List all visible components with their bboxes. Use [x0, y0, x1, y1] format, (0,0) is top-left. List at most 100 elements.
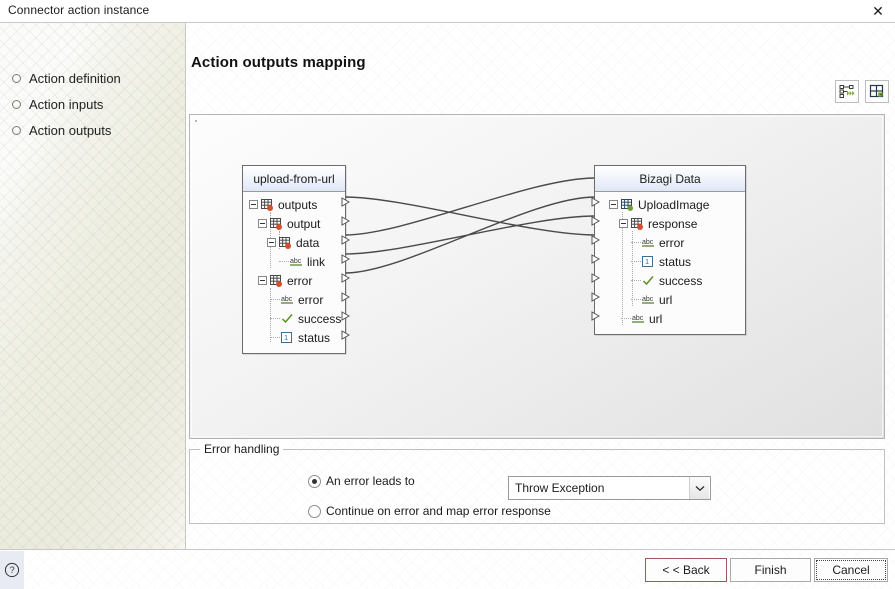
main-content: Action outputs mapping upload-from-url o… — [187, 23, 895, 550]
tree-node-label: link — [307, 254, 326, 269]
finish-button[interactable]: Finish — [730, 558, 811, 582]
sidebar-item-action-outputs[interactable]: Action outputs — [0, 117, 186, 143]
error-action-dropdown[interactable]: Throw Exception — [508, 476, 711, 500]
tree-node-target-url-nested[interactable]: abc url — [595, 290, 745, 309]
tree-tick — [270, 337, 280, 338]
window-title-bar: Connector action instance ✕ — [0, 0, 895, 22]
tree-node-uploadimage[interactable]: UploadImage — [595, 195, 745, 214]
tree-tick — [270, 318, 280, 319]
target-panel-title: Bizagi Data — [595, 166, 745, 192]
chevron-down-icon[interactable] — [689, 477, 709, 499]
help-button[interactable]: ? — [0, 551, 24, 589]
tree-node-status[interactable]: 1 status — [243, 328, 345, 347]
collection-icon — [270, 217, 282, 230]
check-icon — [281, 314, 293, 324]
tree-node-target-error[interactable]: abc error — [595, 233, 745, 252]
tree-node-target-status[interactable]: 1 status — [595, 252, 745, 271]
source-port-data[interactable] — [341, 235, 350, 245]
abc-icon: abc — [642, 296, 654, 304]
mapping-canvas[interactable]: upload-from-url outputs output data abc … — [189, 114, 885, 439]
tree-node-label: data — [296, 235, 320, 250]
tree-node-label: UploadImage — [638, 197, 710, 212]
page-title: Action outputs mapping — [191, 54, 366, 71]
tree-tick — [631, 242, 641, 243]
collection-icon — [279, 236, 291, 249]
source-port-status[interactable] — [341, 330, 350, 340]
collapse-expander-icon[interactable] — [258, 276, 267, 285]
target-port-status[interactable] — [591, 254, 600, 264]
radio-icon-unselected[interactable] — [308, 504, 321, 518]
radio-icon-selected[interactable] — [308, 474, 321, 488]
radio-an-error-leads-to[interactable]: An error leads to — [308, 474, 415, 488]
tree-node-data[interactable]: data — [243, 233, 345, 252]
mapping-link-success-to-success[interactable] — [344, 215, 596, 255]
tree-node-success[interactable]: success — [243, 309, 345, 328]
tree-node-outputs[interactable]: outputs — [243, 195, 345, 214]
tree-node-target-success[interactable]: success — [595, 271, 745, 290]
arrange-layout-button[interactable] — [865, 80, 889, 103]
target-port-success[interactable] — [591, 273, 600, 283]
dialog-footer: ? < < Back Finish Cancel — [0, 549, 895, 589]
dropdown-value: Throw Exception — [515, 481, 605, 495]
collapse-expander-icon[interactable] — [609, 200, 618, 209]
collapse-expander-icon[interactable] — [258, 219, 267, 228]
tree-node-output[interactable]: output — [243, 214, 345, 233]
source-port-outputs[interactable] — [341, 197, 350, 207]
collection-icon — [261, 198, 273, 211]
auto-map-button[interactable] — [835, 80, 859, 103]
tree-node-label: error — [287, 273, 313, 288]
number-icon: 1 — [642, 256, 653, 267]
entity-icon — [621, 198, 633, 211]
sidebar-item-label: Action definition — [29, 70, 121, 86]
sidebar-item-action-inputs[interactable]: Action inputs — [0, 91, 186, 117]
back-button[interactable]: < < Back — [645, 558, 727, 582]
collapse-expander-icon[interactable] — [249, 200, 258, 209]
tree-node-link[interactable]: abc link — [243, 252, 345, 271]
tree-tick — [279, 261, 289, 262]
abc-icon: abc — [642, 239, 654, 247]
mapping-link-error-to-error[interactable] — [344, 177, 596, 236]
close-icon[interactable]: ✕ — [865, 0, 891, 22]
wizard-step-list: Action definition Action inputs Action o… — [0, 65, 186, 143]
target-port-url[interactable] — [591, 311, 600, 321]
source-tree-body: outputs output data abc link error abc e… — [243, 192, 345, 353]
tree-node-label: response — [648, 216, 698, 231]
target-port-url-nested[interactable] — [591, 292, 600, 302]
collection-icon — [631, 217, 643, 230]
svg-text:abc: abc — [642, 239, 654, 246]
source-port-success[interactable] — [341, 311, 350, 321]
error-handling-title: Error handling — [200, 442, 284, 456]
step-bullet-icon — [12, 99, 21, 109]
help-icon: ? — [4, 562, 20, 578]
target-port-uploadimage[interactable] — [591, 197, 600, 207]
tree-node-label: status — [659, 254, 692, 269]
target-port-error[interactable] — [591, 235, 600, 245]
tree-node-target-url[interactable]: abc url — [595, 309, 745, 328]
tree-node-response[interactable]: response — [595, 214, 745, 233]
abc-icon: abc — [290, 258, 302, 266]
target-tree-panel: Bizagi Data UploadImage response abc err… — [591, 165, 746, 335]
svg-text:1: 1 — [284, 333, 288, 342]
tree-node-error[interactable]: abc error — [243, 290, 345, 309]
collapse-expander-icon[interactable] — [267, 238, 276, 247]
source-port-output[interactable] — [341, 216, 350, 226]
source-port-error-group[interactable] — [341, 273, 350, 283]
step-bullet-icon — [12, 125, 21, 135]
source-port-link[interactable] — [341, 254, 350, 264]
auto-map-icon — [839, 85, 855, 98]
radio-continue-on-error[interactable]: Continue on error and map error response — [308, 504, 551, 518]
target-port-response[interactable] — [591, 216, 600, 226]
sidebar-item-label: Action outputs — [29, 122, 112, 138]
wizard-sidebar: Action definition Action inputs Action o… — [0, 23, 186, 550]
tree-node-error-group[interactable]: error — [243, 271, 345, 290]
mapping-toolbar — [835, 80, 889, 103]
number-icon: 1 — [281, 332, 292, 343]
cancel-button[interactable]: Cancel — [814, 558, 888, 582]
tree-node-label: status — [298, 330, 331, 345]
sidebar-item-action-definition[interactable]: Action definition — [0, 65, 186, 91]
tree-node-label: error — [298, 292, 324, 307]
svg-text:1: 1 — [645, 257, 649, 266]
source-port-error[interactable] — [341, 292, 350, 302]
collapse-expander-icon[interactable] — [619, 219, 628, 228]
abc-icon: abc — [281, 296, 293, 304]
